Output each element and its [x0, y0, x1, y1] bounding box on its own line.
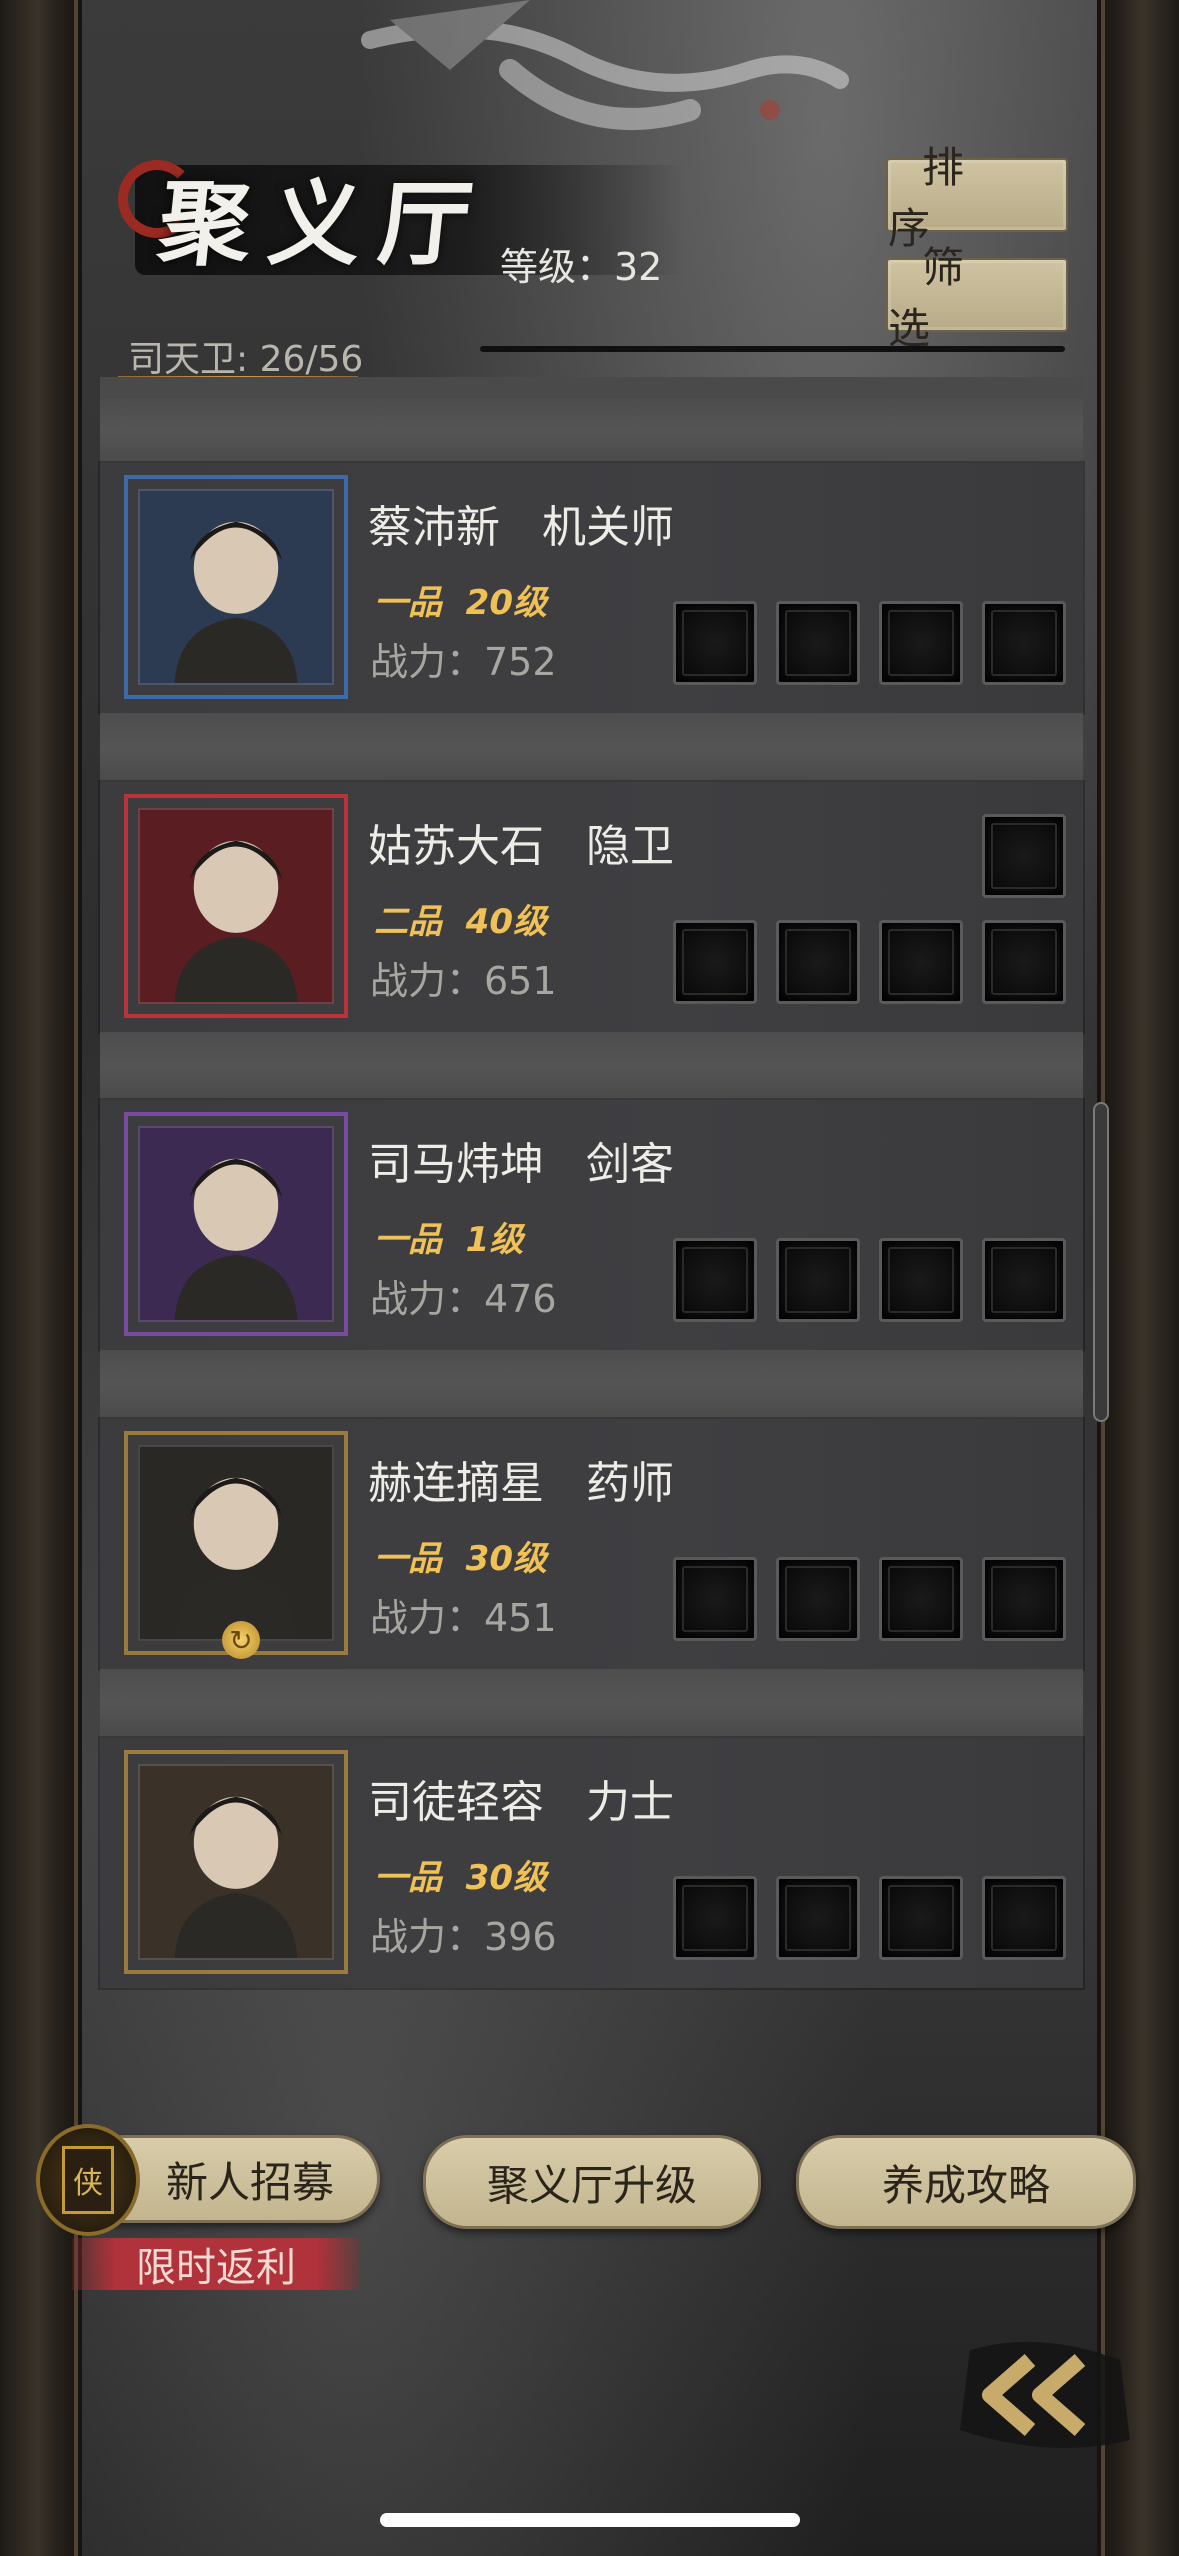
hero-power: 战力：476: [370, 1277, 557, 1321]
list-separator: [100, 1032, 1083, 1100]
list-separator: [100, 399, 1083, 463]
equipment-slot[interactable]: [776, 1876, 860, 1960]
special-equipment-slot[interactable]: [982, 814, 1066, 898]
equipment-slot[interactable]: [982, 1557, 1066, 1641]
hero-name: 姑苏大石 隐卫: [368, 821, 674, 872]
hero-portrait[interactable]: [124, 1750, 348, 1974]
equipment-slot[interactable]: [673, 920, 757, 1004]
hero-portrait[interactable]: [124, 1112, 348, 1336]
equipment-slot[interactable]: [982, 920, 1066, 1004]
hall-level: 等级：32: [500, 245, 663, 289]
filter-button[interactable]: 筛选: [886, 243, 1068, 353]
list-top-edge: [100, 377, 1083, 399]
equipment-slot[interactable]: [982, 1238, 1066, 1322]
equipment-slot[interactable]: [879, 1238, 963, 1322]
list-separator: [100, 713, 1083, 782]
guide-button[interactable]: 养成攻略: [796, 2135, 1136, 2229]
hero-card[interactable]: ↻ 赫连摘星 药师一品 30级战力：451: [100, 1419, 1083, 1669]
equipment-slot[interactable]: [879, 601, 963, 685]
hero-power: 战力：396: [370, 1915, 557, 1959]
recruit-token-glyph: 侠: [62, 2146, 114, 2214]
hero-name: 司徒轻容 力士: [368, 1777, 674, 1828]
hero-rank-level: 一品 30级: [374, 1539, 547, 1579]
equipment-slot[interactable]: [879, 1557, 963, 1641]
hero-avatar: [138, 489, 334, 685]
hero-rank-level: 一品 30级: [374, 1858, 547, 1898]
hero-rank-level: 一品 20级: [374, 583, 547, 623]
hero-power: 战力：752: [370, 640, 557, 684]
hero-power: 战力：451: [370, 1596, 557, 1640]
equipment-slot[interactable]: [982, 601, 1066, 685]
limited-rebate-badge[interactable]: 限时返利: [72, 2238, 360, 2291]
hero-avatar: [138, 808, 334, 1004]
equipment-slot[interactable]: [776, 601, 860, 685]
hero-portrait[interactable]: [124, 475, 348, 699]
hero-avatar: [138, 1445, 334, 1641]
double-chevron-left-icon[interactable]: [950, 2320, 1140, 2460]
equipment-slot[interactable]: [776, 1557, 860, 1641]
list-scrollbar[interactable]: [1093, 1102, 1109, 1422]
hero-power: 战力：651: [370, 959, 557, 1003]
guard-count: 司天卫: 26/56: [128, 339, 364, 380]
equipment-slot[interactable]: [673, 1238, 757, 1322]
cycle-icon[interactable]: ↻: [222, 1621, 260, 1659]
hero-card[interactable]: 司马炜坤 剑客一品 1级战力：476: [100, 1100, 1083, 1350]
recruit-token-icon[interactable]: 侠: [36, 2124, 140, 2236]
equipment-slot[interactable]: [673, 1876, 757, 1960]
recruit-label: 新人招募: [165, 2157, 334, 2207]
hero-name: 司马炜坤 剑客: [368, 1139, 674, 1190]
hero-avatar: [138, 1126, 334, 1322]
hall-upgrade-button[interactable]: 聚义厅升级: [423, 2135, 761, 2229]
equipment-slot[interactable]: [673, 601, 757, 685]
equipment-slot[interactable]: [982, 1876, 1066, 1960]
list-separator: [100, 1669, 1083, 1738]
hero-portrait[interactable]: [124, 794, 348, 1018]
hero-card[interactable]: 司徒轻容 力士一品 30级战力：396: [100, 1738, 1083, 1988]
hero-avatar: [138, 1764, 334, 1960]
sort-button[interactable]: 排序: [886, 143, 1068, 253]
equipment-slot[interactable]: [776, 920, 860, 1004]
hero-name: 蔡沛新 机关师: [368, 502, 674, 553]
hero-name: 赫连摘星 药师: [368, 1458, 674, 1509]
page-title: 聚义厅: [153, 170, 495, 278]
equipment-slot[interactable]: [673, 1557, 757, 1641]
hero-card[interactable]: 蔡沛新 机关师一品 20级战力：752: [100, 463, 1083, 713]
equipment-slot[interactable]: [879, 1876, 963, 1960]
hero-rank-level: 一品 1级: [374, 1220, 524, 1260]
hero-card[interactable]: 姑苏大石 隐卫二品 40级战力：651: [100, 782, 1083, 1032]
equipment-slot[interactable]: [776, 1238, 860, 1322]
equipment-slot[interactable]: [879, 920, 963, 1004]
home-indicator[interactable]: [380, 2513, 800, 2527]
list-separator: [100, 1350, 1083, 1419]
hero-rank-level: 二品 40级: [374, 902, 547, 942]
